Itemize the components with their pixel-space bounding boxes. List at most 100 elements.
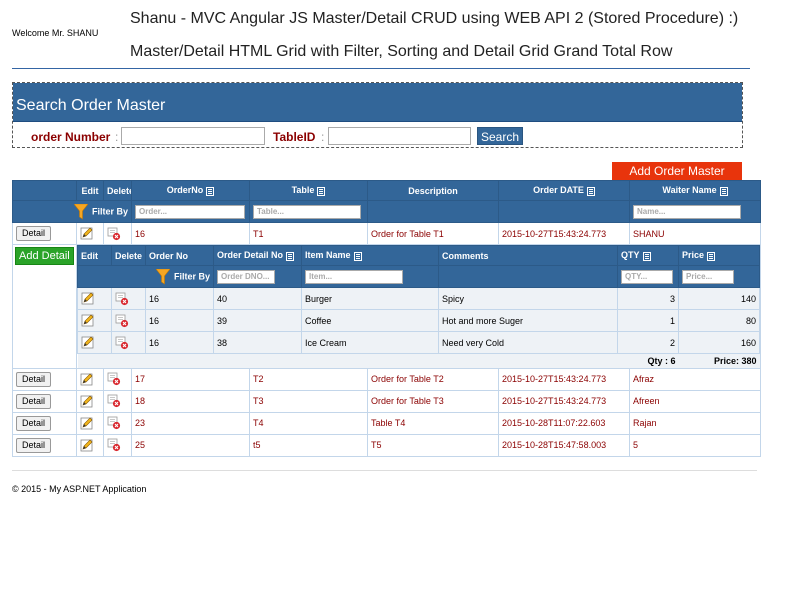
detail-header-delete: Delete bbox=[111, 245, 146, 266]
detail-button[interactable]: Detail bbox=[16, 371, 52, 387]
sort-icon[interactable] bbox=[719, 186, 728, 196]
description-cell: Order for Table T2 bbox=[367, 367, 499, 391]
order-number-colon: : bbox=[115, 130, 119, 144]
sort-icon[interactable] bbox=[317, 186, 326, 196]
table-row: Detail 18 T3 Order for Table T3 2015-10-… bbox=[12, 389, 761, 413]
delete-icon[interactable] bbox=[115, 336, 129, 350]
detail-detailno-cell: 40 bbox=[213, 287, 302, 310]
detail-header-row: Edit Delete Order No Order Detail No Ite… bbox=[77, 245, 760, 266]
master-header-waiter[interactable]: Waiter Name bbox=[629, 180, 761, 201]
table-cell: T1 bbox=[249, 222, 368, 245]
edit-icon[interactable] bbox=[80, 417, 94, 430]
edit-icon[interactable] bbox=[81, 314, 95, 327]
edit-icon[interactable] bbox=[80, 373, 94, 386]
sort-icon[interactable] bbox=[707, 251, 716, 261]
sort-icon[interactable] bbox=[286, 251, 295, 261]
item-filter-input[interactable]: Item... bbox=[305, 269, 403, 284]
detail-item-cell: Burger bbox=[301, 287, 439, 310]
footer-divider bbox=[12, 470, 757, 471]
name-filter-input[interactable]: Name... bbox=[633, 204, 741, 219]
edit-icon[interactable] bbox=[80, 439, 94, 452]
qty-header-label: QTY bbox=[621, 250, 640, 261]
table-filter-input[interactable]: Table... bbox=[253, 204, 361, 219]
detail-header-edit: Edit bbox=[77, 245, 112, 266]
detail-header-item[interactable]: Item Name bbox=[301, 245, 439, 266]
detail-orderno-cell: 16 bbox=[145, 287, 214, 310]
waiter-cell: Rajan bbox=[629, 411, 761, 435]
master-filter-row: Filter By Order... Table... Name... bbox=[12, 200, 761, 223]
detail-total-row: Qty : 6 Price: 380 bbox=[77, 353, 760, 368]
orderno-header-label: OrderNo bbox=[166, 185, 204, 196]
detail-qty-cell: 2 bbox=[617, 331, 679, 354]
detail-price-cell: 140 bbox=[678, 287, 760, 310]
search-panel: Search Order Master order Number : Table… bbox=[12, 82, 743, 148]
detail-header-comments: Comments bbox=[438, 245, 618, 266]
delete-icon[interactable] bbox=[115, 314, 129, 328]
add-detail-button[interactable]: Add Detail bbox=[15, 247, 74, 265]
order-number-input[interactable] bbox=[121, 127, 265, 145]
table-row: 16 39 Coffee Hot and more Suger 1 80 bbox=[77, 309, 760, 332]
detail-header-detailno[interactable]: Order Detail No bbox=[213, 245, 302, 266]
sort-icon[interactable] bbox=[206, 186, 215, 196]
item-header-label: Item Name bbox=[305, 250, 351, 261]
orderno-cell: 17 bbox=[131, 367, 250, 391]
detailno-header-label: Order Detail No bbox=[217, 250, 284, 261]
detail-button[interactable]: Detail bbox=[16, 437, 52, 453]
search-button[interactable]: Search bbox=[477, 127, 523, 145]
master-filter-label: Filter By bbox=[91, 205, 128, 216]
detail-header-qty[interactable]: QTY bbox=[617, 245, 679, 266]
detail-orderno-cell: 16 bbox=[145, 309, 214, 332]
detail-qty-cell: 1 bbox=[617, 309, 679, 332]
detail-button[interactable]: Detail bbox=[16, 393, 52, 409]
sort-icon[interactable] bbox=[586, 186, 595, 196]
orderno-cell: 18 bbox=[131, 389, 250, 413]
search-panel-header: Search Order Master bbox=[13, 83, 742, 122]
description-cell: Table T4 bbox=[367, 411, 499, 435]
search-panel-title: Search Order Master bbox=[16, 97, 166, 114]
master-header-orderno[interactable]: OrderNo bbox=[131, 180, 250, 201]
edit-icon[interactable] bbox=[81, 292, 95, 305]
delete-icon[interactable] bbox=[107, 438, 121, 452]
master-header-row: Edit Delete OrderNo Table Description Or… bbox=[12, 180, 761, 201]
detail-orderno-cell: 16 bbox=[145, 331, 214, 354]
edit-icon[interactable] bbox=[80, 227, 94, 240]
price-filter-input[interactable]: Price... bbox=[682, 269, 734, 284]
table-header-label: Table bbox=[291, 185, 315, 196]
order-number-label: order Number bbox=[31, 130, 111, 144]
detail-item-cell: Coffee bbox=[301, 309, 439, 332]
master-filter-cell: Filter By bbox=[12, 200, 132, 223]
add-order-master-button[interactable]: Add Order Master bbox=[612, 162, 742, 181]
delete-icon[interactable] bbox=[107, 372, 121, 386]
detail-button[interactable]: Detail bbox=[16, 415, 52, 431]
detail-grid: Edit Delete Order No Order Detail No Ite… bbox=[77, 245, 760, 368]
sort-icon[interactable] bbox=[642, 251, 651, 261]
table-row: Detail 25 t5 T5 2015-10-28T15:47:58.003 … bbox=[12, 433, 761, 457]
date-cell: 2015-10-27T15:43:24.773 bbox=[498, 222, 630, 245]
master-header-orderdate[interactable]: Order DATE bbox=[498, 180, 630, 201]
orderno-cell: 25 bbox=[131, 433, 250, 457]
table-cell: T2 bbox=[249, 367, 368, 391]
edit-icon[interactable] bbox=[80, 395, 94, 408]
master-header-detail bbox=[12, 180, 77, 201]
delete-icon[interactable] bbox=[107, 227, 121, 241]
table-row: Detail 16 T1 Order for Table T1 2015-10-… bbox=[12, 222, 761, 245]
detail-button[interactable]: Detail bbox=[16, 226, 52, 241]
detailno-filter-input[interactable]: Order DNO... bbox=[217, 269, 275, 284]
sort-icon[interactable] bbox=[353, 251, 362, 261]
table-filter-cell: Table... bbox=[249, 200, 368, 223]
order-filter-input[interactable]: Order... bbox=[135, 204, 245, 219]
detail-filter-label: Filter By bbox=[173, 270, 210, 281]
delete-icon[interactable] bbox=[107, 394, 121, 408]
qty-filter-input[interactable]: QTY... bbox=[621, 269, 673, 284]
master-header-table[interactable]: Table bbox=[249, 180, 368, 201]
delete-icon[interactable] bbox=[115, 292, 129, 306]
edit-icon[interactable] bbox=[81, 336, 95, 349]
master-header-delete-label: Delete bbox=[107, 185, 132, 196]
welcome-text: Welcome Mr. SHANU bbox=[12, 28, 99, 38]
table-id-input[interactable] bbox=[328, 127, 471, 145]
table-cell: T3 bbox=[249, 389, 368, 413]
detail-header-price[interactable]: Price bbox=[678, 245, 760, 266]
table-id-label: TableID bbox=[273, 130, 316, 144]
delete-icon[interactable] bbox=[107, 416, 121, 430]
detail-comments-cell: Spicy bbox=[438, 287, 618, 310]
